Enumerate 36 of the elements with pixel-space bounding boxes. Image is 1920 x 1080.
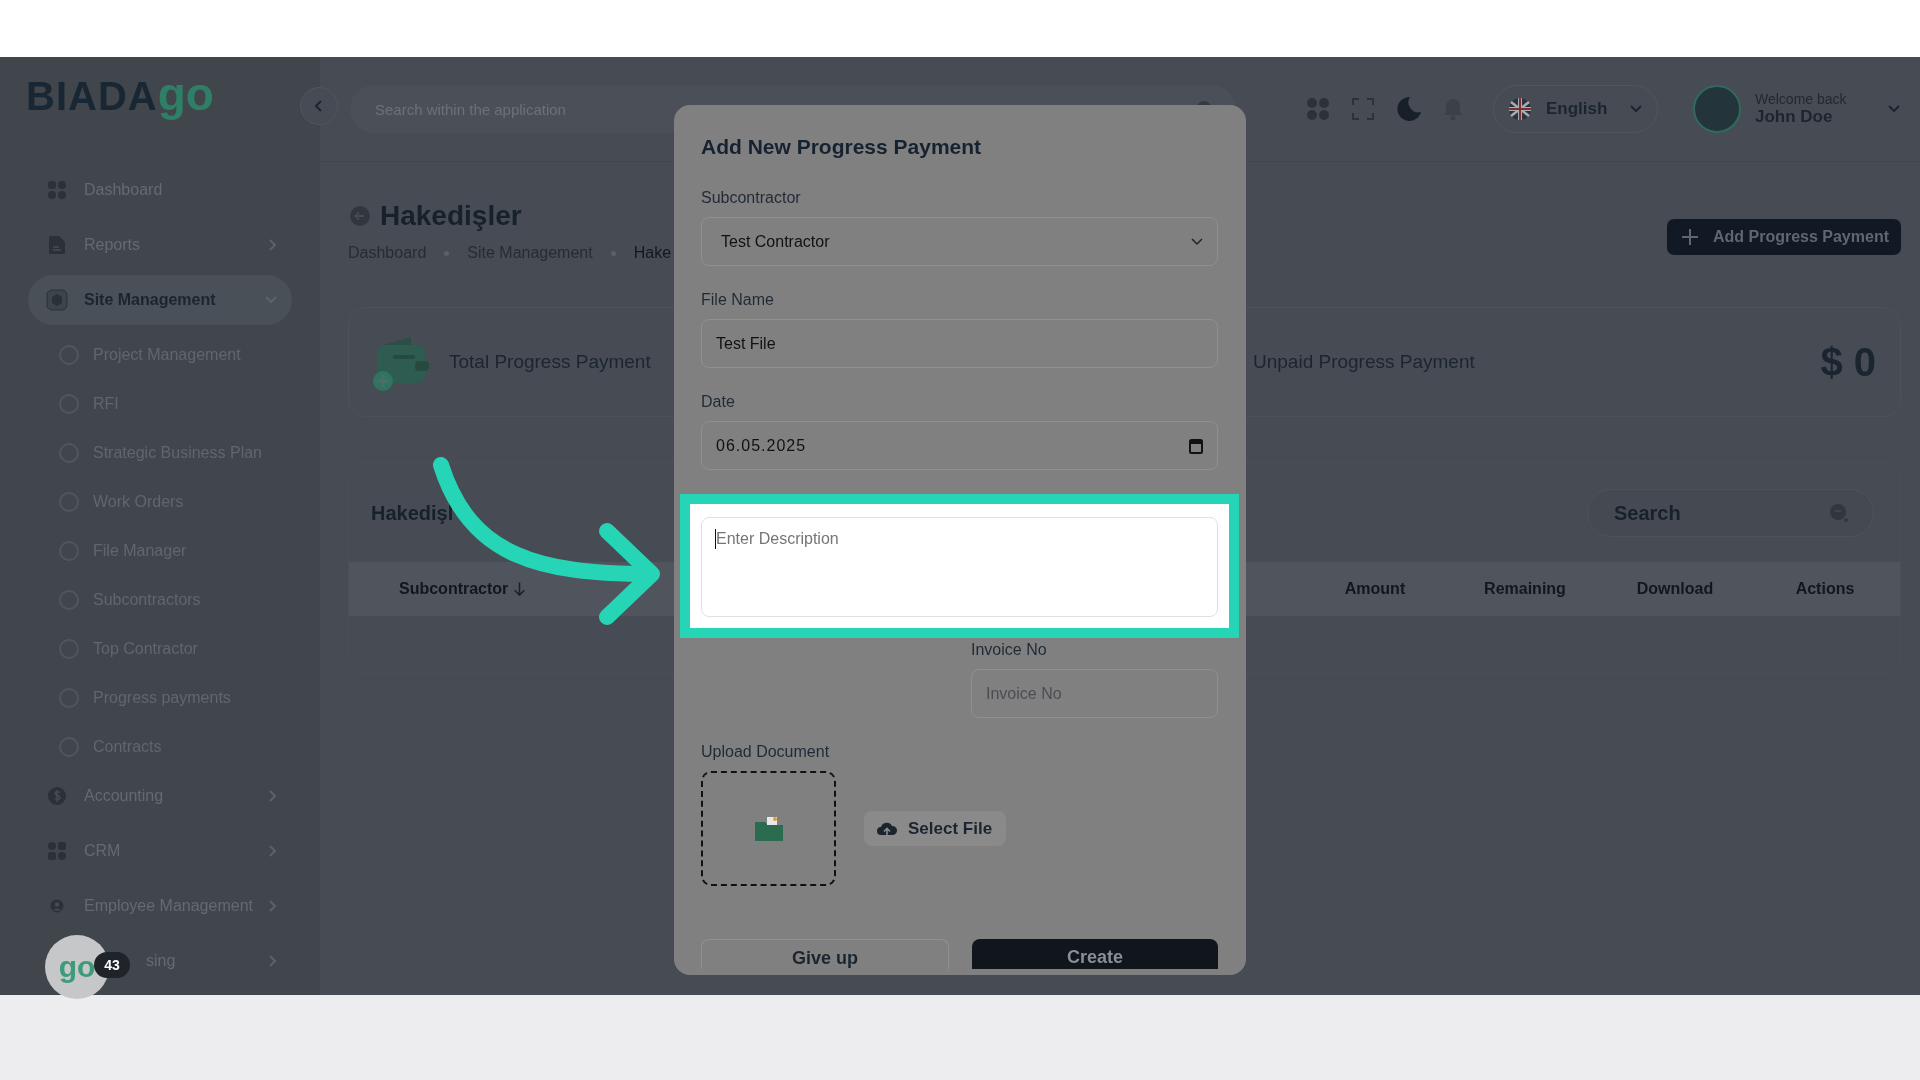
input-field[interactable]: Test File — [701, 319, 1218, 368]
create-button[interactable]: Create — [972, 939, 1218, 969]
field-label: Subcontractor — [701, 188, 802, 208]
upload-dropzone[interactable] — [701, 771, 836, 886]
plus-icon — [1680, 228, 1699, 246]
sort-arrow-icon — [514, 582, 526, 596]
column-header[interactable]: Actions — [1750, 580, 1900, 598]
avatar — [1693, 85, 1741, 133]
notification-count: 43 — [94, 952, 130, 978]
chevron-down-icon — [1887, 104, 1901, 114]
modal-title: Add New Progress Payment — [701, 135, 983, 159]
chevron-down-icon — [1191, 237, 1203, 246]
apps-icon[interactable] — [1306, 97, 1330, 121]
chevron-left-icon — [315, 100, 323, 112]
subcontractor-select[interactable]: Test Contractor — [701, 217, 1218, 266]
column-header[interactable]: Amount — [1300, 580, 1450, 598]
select-file-button[interactable]: Select File — [864, 811, 1007, 846]
description-field[interactable]: Enter Description — [701, 517, 1218, 617]
field-label: File Name — [701, 290, 775, 310]
chevron-down-icon — [1629, 104, 1643, 114]
column-header[interactable]: Subcontractor — [399, 580, 526, 598]
field-label: Upload Document — [701, 742, 831, 762]
add-progress-payment-button[interactable]: Add Progress Payment — [1666, 219, 1901, 255]
field-label: Date — [701, 392, 736, 412]
column-header[interactable]: Remaining — [1450, 580, 1600, 598]
calendar-icon — [1189, 437, 1203, 454]
flag-icon — [1508, 97, 1532, 121]
moon-icon[interactable] — [1396, 96, 1422, 122]
person-icon — [50, 899, 64, 913]
fullscreen-icon[interactable] — [1351, 97, 1375, 121]
date-field[interactable]: 06.05.2025 — [701, 421, 1218, 470]
column-header[interactable]: Download — [1600, 580, 1750, 598]
box-icon — [46, 289, 68, 311]
cancel-button[interactable]: Give up — [701, 939, 949, 969]
dollar-icon — [47, 786, 67, 806]
field-label: Invoice No — [971, 640, 1048, 660]
